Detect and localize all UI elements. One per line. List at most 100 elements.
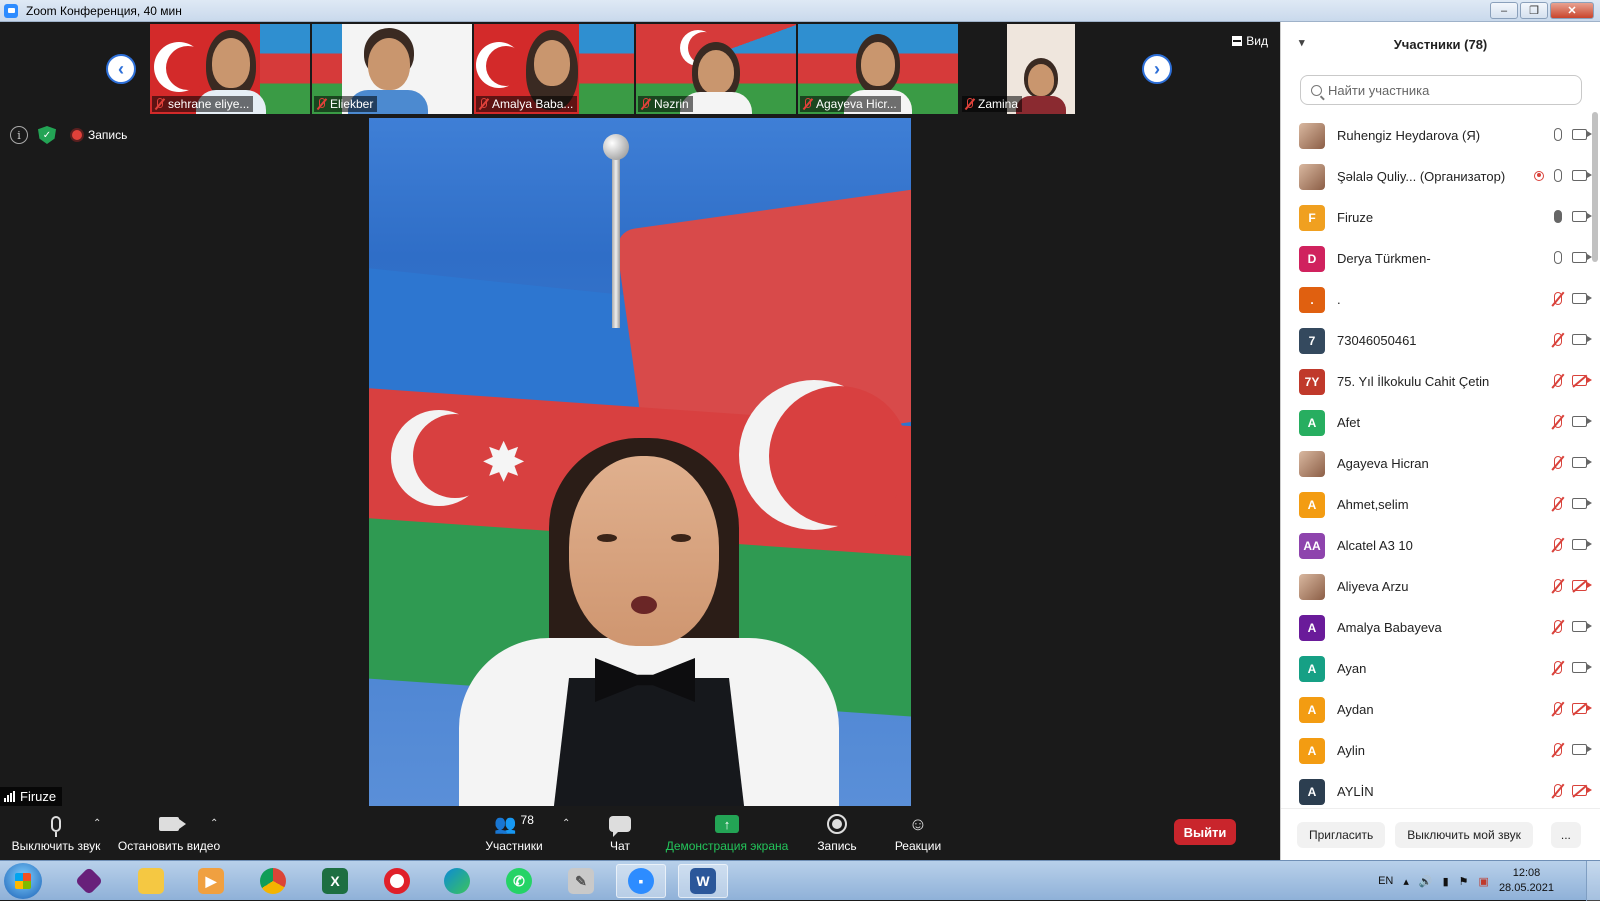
prev-page-button[interactable]: ‹: [106, 54, 136, 84]
video-camera-icon: [1572, 416, 1587, 427]
taskbar-app-tool[interactable]: ✎: [556, 864, 606, 898]
microphone-icon: [1554, 128, 1562, 141]
stop-video-button[interactable]: Остановить видео: [116, 806, 222, 860]
opera-icon: [384, 868, 410, 894]
taskbar-app-media-player[interactable]: ▶: [186, 864, 236, 898]
panel-title: Участники (78): [1394, 37, 1488, 52]
mute-label: Выключить звук: [12, 839, 101, 853]
participant-row[interactable]: ..: [1281, 279, 1593, 320]
participant-row[interactable]: DDerya Türkmen-: [1281, 238, 1593, 279]
avatar: A: [1299, 738, 1325, 764]
participant-name: Aylin: [1337, 743, 1365, 758]
encryption-shield-icon[interactable]: ✓: [38, 126, 56, 144]
recording-indicator[interactable]: Запись: [72, 128, 127, 142]
participant-row[interactable]: AAhmet,selim: [1281, 484, 1593, 525]
info-icon[interactable]: i: [10, 126, 28, 144]
stop-video-label: Остановить видео: [118, 839, 220, 853]
participant-row[interactable]: A Aylin: [1281, 730, 1593, 771]
system-clock[interactable]: 12:08 28.05.2021: [1499, 866, 1554, 896]
participant-name: Amalya Babayeva: [1337, 620, 1442, 635]
participant-row[interactable]: Ruhengiz Heydarova (Я): [1281, 115, 1593, 156]
participant-name: Alcatel A3 10: [1337, 538, 1413, 553]
video-thumbnail[interactable]: Nəzrin: [636, 24, 796, 114]
participant-search[interactable]: [1300, 75, 1582, 105]
muted-mic-icon: [1554, 456, 1562, 469]
participant-row[interactable]: AAyan: [1281, 648, 1593, 689]
close-button[interactable]: ✕: [1550, 2, 1594, 19]
taskbar-app-zoom[interactable]: ▪: [616, 864, 666, 898]
record-icon: [827, 814, 847, 834]
video-thumbnail[interactable]: Zamina: [960, 24, 1120, 114]
participants-icon: 👥: [494, 814, 516, 835]
participant-row[interactable]: Agayeva Hicran: [1281, 443, 1593, 484]
view-button[interactable]: Вид: [1232, 34, 1268, 48]
participants-options-caret[interactable]: ⌃: [562, 818, 570, 829]
video-camera-icon: [1572, 621, 1587, 632]
taskbar-app-visual-studio[interactable]: [64, 864, 114, 898]
participant-row[interactable]: Aliyeva Arzu: [1281, 566, 1593, 607]
chevron-left-icon: ‹: [118, 60, 124, 78]
leave-meeting-button[interactable]: Выйти: [1174, 819, 1236, 845]
participant-row[interactable]: FFiruze: [1281, 197, 1593, 238]
taskbar-app-file-explorer[interactable]: [126, 864, 176, 898]
participant-row[interactable]: Şəlalə Quliy... (Организатор): [1281, 156, 1593, 197]
video-off-icon: [1572, 703, 1587, 714]
video-thumbnail[interactable]: Eliekber: [312, 24, 472, 114]
video-options-caret[interactable]: ⌃: [210, 818, 218, 829]
language-indicator[interactable]: EN: [1378, 875, 1393, 887]
recording-dot-icon: [72, 130, 82, 140]
taskbar-app-opera[interactable]: [372, 864, 422, 898]
more-options-button[interactable]: ...: [1551, 822, 1581, 848]
network-icon[interactable]: ▮: [1443, 875, 1449, 888]
participant-row[interactable]: 773046050461: [1281, 320, 1593, 361]
tray-expand-icon[interactable]: ▴: [1403, 875, 1409, 888]
invite-button[interactable]: Пригласить: [1297, 822, 1385, 848]
taskbar-app-word[interactable]: W: [678, 864, 728, 898]
participant-row[interactable]: 7Y75. Yıl İlkokulu Cahit Çetin: [1281, 361, 1593, 402]
muted-mic-icon: [1554, 538, 1562, 551]
action-center-flag-icon[interactable]: ⚑: [1459, 875, 1469, 888]
start-button[interactable]: [4, 863, 42, 899]
avatar: A: [1299, 410, 1325, 436]
participant-row[interactable]: AAydan: [1281, 689, 1593, 730]
avatar: A: [1299, 779, 1325, 805]
volume-icon[interactable]: 🔊: [1419, 875, 1433, 888]
record-button[interactable]: Запись: [812, 806, 862, 860]
chevron-down-icon[interactable]: ▾: [1299, 36, 1305, 49]
video-thumbnail[interactable]: Amalya Baba...: [474, 24, 634, 114]
video-thumbnail[interactable]: sehrane eliye...: [150, 24, 310, 114]
audio-options-caret[interactable]: ⌃: [93, 818, 101, 829]
system-tray: EN ▴ 🔊 ▮ ⚑ ▣ 12:08 28.05.2021: [1378, 861, 1554, 901]
taskbar-app-whatsapp[interactable]: ✆: [494, 864, 544, 898]
video-thumbnail[interactable]: Agayeva Hicr...: [798, 24, 958, 114]
chat-button[interactable]: Чат: [596, 806, 644, 860]
muted-mic-icon: [964, 98, 974, 110]
chrome-icon: [260, 868, 286, 894]
reactions-button[interactable]: ☺ Реакции: [890, 806, 946, 860]
restore-button[interactable]: ❐: [1520, 2, 1548, 19]
thumbnail-name: Zamina: [978, 97, 1018, 111]
taskbar-app-edge[interactable]: [432, 864, 482, 898]
participant-search-input[interactable]: [1328, 83, 1568, 98]
video-off-icon: [1572, 375, 1587, 386]
participant-row[interactable]: AAfet: [1281, 402, 1593, 443]
participant-list-scrollbar[interactable]: [1592, 110, 1598, 810]
taskbar-app-chrome[interactable]: [248, 864, 298, 898]
mute-button[interactable]: Выключить звук: [8, 806, 104, 860]
taskbar-app-excel[interactable]: X: [310, 864, 360, 898]
minimize-button[interactable]: –: [1490, 2, 1518, 19]
share-screen-button[interactable]: ↑ Демонстрация экрана: [662, 806, 792, 860]
participant-row[interactable]: AAAlcatel A3 10: [1281, 525, 1593, 566]
chevron-right-icon: ›: [1154, 60, 1160, 78]
participant-row[interactable]: AAYLİN: [1281, 771, 1593, 812]
participant-name: Ahmet,selim: [1337, 497, 1409, 512]
avatar: 7Y: [1299, 369, 1325, 395]
video-camera-icon: [1572, 539, 1587, 550]
next-page-button[interactable]: ›: [1142, 54, 1172, 84]
gallery-strip: sehrane eliye... Eliekber Amalya Baba...: [150, 24, 1120, 114]
battery-icon[interactable]: ▣: [1479, 875, 1489, 888]
mute-me-button[interactable]: Выключить мой звук: [1395, 822, 1533, 848]
show-desktop-button[interactable]: [1586, 861, 1600, 901]
participants-button[interactable]: 👥78 Участники: [478, 806, 550, 860]
participant-row[interactable]: AAmalya Babayeva: [1281, 607, 1593, 648]
